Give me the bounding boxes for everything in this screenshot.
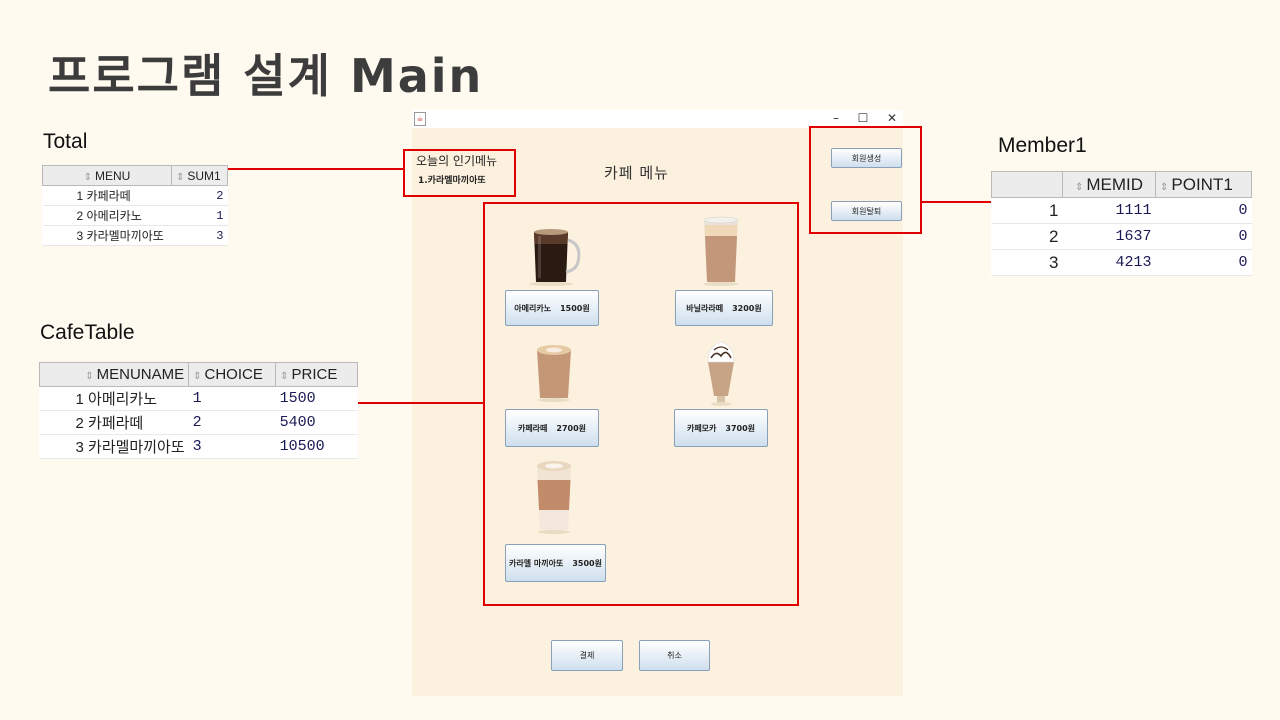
table-row[interactable]: 3 카라멜마끼아또 3 bbox=[42, 225, 228, 246]
slide-title: 프로그램 설계 Main bbox=[48, 49, 484, 103]
total-connector-line bbox=[228, 168, 404, 170]
sort-icon: ⇕ bbox=[85, 371, 94, 382]
row-number: 1 bbox=[991, 197, 1063, 224]
table-row[interactable]: 3 카라멜마끼아또 3 10500 bbox=[39, 434, 358, 459]
maximize-button[interactable]: ☐ bbox=[853, 110, 873, 126]
total-table-label: Total bbox=[43, 130, 88, 153]
choice-cell: 1 bbox=[188, 386, 276, 411]
table-row[interactable]: 2 카페라떼 2 5400 bbox=[39, 410, 358, 435]
point-cell: 0 bbox=[1155, 197, 1252, 224]
column-header-choice[interactable]: ⇕ CHOICE bbox=[188, 362, 277, 387]
sort-icon: ⇕ bbox=[1160, 181, 1169, 193]
sort-icon: ⇕ bbox=[193, 371, 202, 382]
close-button[interactable]: ✕ bbox=[882, 110, 902, 126]
sum-cell: 1 bbox=[171, 205, 228, 226]
column-header-price[interactable]: ⇕ PRICE bbox=[275, 362, 358, 387]
cafetable-label: CafeTable bbox=[40, 321, 135, 344]
table-row[interactable]: 3 4213 0 bbox=[991, 249, 1252, 276]
memid-cell: 1111 bbox=[1062, 197, 1156, 224]
menu-grid-highlight bbox=[483, 202, 799, 606]
table-row[interactable]: 1 1111 0 bbox=[991, 197, 1252, 224]
member-connector-line bbox=[921, 201, 991, 203]
table-row[interactable]: 2 아메리카노 1 bbox=[42, 205, 228, 226]
cafetable-connector-line bbox=[358, 402, 484, 404]
choice-cell: 3 bbox=[188, 434, 276, 459]
menu-cell: 1 카페라떼 bbox=[42, 185, 172, 206]
sum-cell: 2 bbox=[171, 185, 228, 206]
column-header-menuname[interactable]: ⇕ MENUNAME bbox=[38, 362, 190, 387]
column-header-rownum bbox=[991, 171, 1063, 198]
member-table: ⇕ MEMID ⇕ POINT1 1 1111 0 2 1637 0 3 4213 … bbox=[991, 171, 1252, 276]
column-header-sum1[interactable]: ⇕ SUM1 bbox=[171, 165, 228, 186]
sort-icon: ⇕ bbox=[176, 171, 185, 183]
sort-icon: ⇕ bbox=[1074, 181, 1084, 193]
memid-cell: 4213 bbox=[1062, 249, 1156, 276]
cancel-button[interactable]: 취소 bbox=[639, 640, 710, 671]
total-table: ⇕ MENU ⇕ SUM1 1 카페라떼 2 2 아메리카노 1 3 카라멜마끼아또… bbox=[42, 165, 228, 246]
sort-icon: ⇕ bbox=[280, 371, 289, 382]
sort-icon: ⇕ bbox=[83, 171, 93, 183]
column-header-memid[interactable]: ⇕ MEMID bbox=[1062, 171, 1156, 198]
row-number: 3 bbox=[991, 249, 1063, 276]
price-cell: 5400 bbox=[275, 410, 358, 435]
point-cell: 0 bbox=[1155, 249, 1252, 276]
java-app-icon: ☕ bbox=[414, 112, 426, 126]
column-header-point1[interactable]: ⇕ POINT1 bbox=[1155, 171, 1252, 198]
menu-cell: 3 카라멜마끼아또 bbox=[42, 225, 172, 246]
memid-cell: 1637 bbox=[1062, 223, 1156, 250]
sum-cell: 3 bbox=[171, 225, 228, 246]
column-header-menu[interactable]: ⇕ MENU bbox=[42, 165, 172, 186]
table-row[interactable]: 2 1637 0 bbox=[991, 223, 1252, 250]
menu-cell: 2 아메리카노 bbox=[42, 205, 172, 226]
table-row[interactable]: 1 카페라떼 2 bbox=[42, 185, 228, 206]
row-number: 2 bbox=[991, 223, 1063, 250]
popular-menu-highlight bbox=[403, 149, 516, 197]
menuname-cell: 3 카라멜마끼아또 bbox=[39, 434, 189, 459]
pay-button[interactable]: 결제 bbox=[551, 640, 623, 671]
price-cell: 10500 bbox=[275, 434, 358, 459]
price-cell: 1500 bbox=[275, 386, 358, 411]
menuname-cell: 1 아메리카노 bbox=[39, 386, 189, 411]
minimize-button[interactable]: – bbox=[826, 110, 846, 126]
member-table-label: Member1 bbox=[998, 134, 1087, 157]
member-buttons-highlight bbox=[809, 126, 922, 234]
point-cell: 0 bbox=[1155, 223, 1252, 250]
cafe-menu-title: 카페 메뉴 bbox=[604, 164, 669, 182]
table-row[interactable]: 1 아메리카노 1 1500 bbox=[39, 386, 358, 411]
cafe-table: ⇕ MENUNAME ⇕ CHOICE ⇕ PRICE 1 아메리카노 1 1500 … bbox=[38, 362, 358, 459]
choice-cell: 2 bbox=[188, 410, 276, 435]
menuname-cell: 2 카페라떼 bbox=[39, 410, 189, 435]
